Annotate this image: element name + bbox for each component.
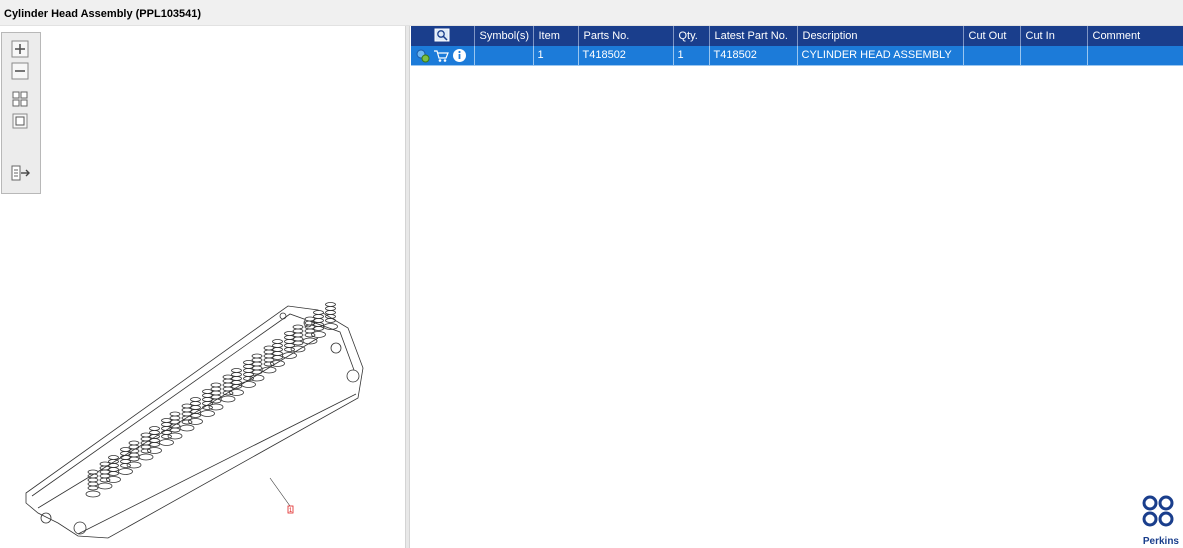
title-bar: Cylinder Head Assembly (PPL103541) [0,0,1183,26]
fit-all-button[interactable] [10,89,30,109]
parts-list-pane: Symbol(s) Item Parts No. Qty. Latest Par… [410,26,1183,548]
cell-latest-part-no: T418502 [709,46,798,66]
table-header-row: Symbol(s) Item Parts No. Qty. Latest Par… [411,26,1183,46]
cell-comment [1087,46,1183,66]
brand-name: Perkins [1142,536,1179,547]
column-header-cut-out[interactable]: Cut Out [963,26,1021,46]
perkins-logo [1142,495,1174,527]
drawing-pane[interactable]: 1 [0,26,405,548]
window-title: Cylinder Head Assembly (PPL103541) [4,8,202,20]
cell-description: CYLINDER HEAD ASSEMBLY [797,46,964,66]
row-action-icons [411,46,475,66]
column-header-item[interactable]: Item [533,26,579,46]
cylinder-head-drawing[interactable]: 1 [18,298,378,548]
cell-cut-out [963,46,1021,66]
cell-item: 1 [533,46,579,66]
cart-icon[interactable] [433,48,449,63]
column-header-cut-in[interactable]: Cut In [1020,26,1088,46]
column-header-parts-no[interactable]: Parts No. [578,26,674,46]
table-row[interactable]: 1 T418502 1 T418502 CYLINDER HEAD ASSEMB… [411,46,1183,66]
magnifier-icon [434,28,450,41]
zoom-out-button[interactable] [10,61,30,81]
list-arrow-icon [11,165,30,181]
zoom-in-button[interactable] [10,39,30,59]
cell-cut-in [1020,46,1088,66]
parts-table: Symbol(s) Item Parts No. Qty. Latest Par… [411,26,1183,66]
info-icon[interactable] [452,48,467,63]
cell-symbols [474,46,534,66]
column-header-comment[interactable]: Comment [1087,26,1183,46]
cell-parts-no: T418502 [578,46,674,66]
grid-icon [12,91,28,107]
gear-icon[interactable] [415,48,430,63]
column-header-qty[interactable]: Qty. [673,26,710,46]
column-header-symbols[interactable]: Symbol(s) [474,26,534,46]
column-header-description[interactable]: Description [797,26,964,46]
column-header-tools[interactable] [411,26,475,46]
drawing-toolbar [1,32,41,194]
minus-icon [11,62,29,80]
export-button[interactable] [10,163,30,183]
fit-page-button[interactable] [10,111,30,131]
column-header-latest-part-no[interactable]: Latest Part No. [709,26,798,46]
square-icon [12,113,28,129]
cell-qty: 1 [673,46,710,66]
plus-icon [11,40,29,58]
